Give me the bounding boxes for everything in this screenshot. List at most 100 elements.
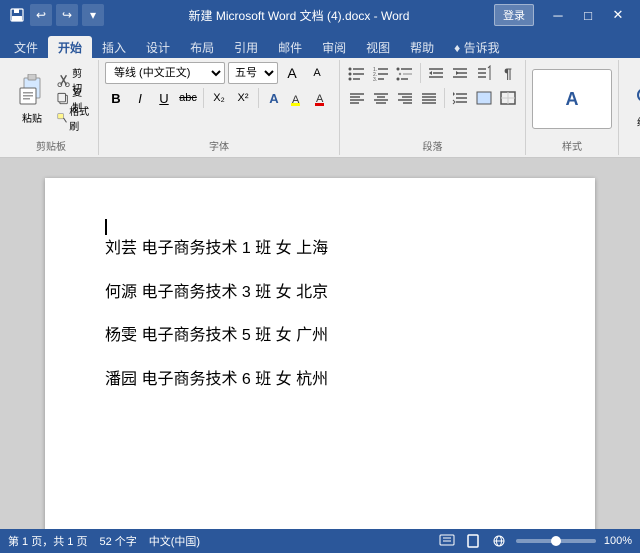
styles-gallery[interactable]: A [532,69,612,129]
tab-home[interactable]: 开始 [48,36,92,58]
multilevel-list-button[interactable] [394,62,416,84]
web-view-icon[interactable] [490,533,508,549]
document-area[interactable]: 刘芸 电子商务技术 1 班 女 上海何源 电子商务技术 3 班 女 北京杨雯 电… [0,158,640,529]
title-bar-right: 登录 ─ □ ✕ [494,4,632,26]
page-count[interactable]: 第 1 页，共 1 页 [8,533,87,549]
editing-content: 编辑 [625,62,640,151]
tab-references[interactable]: 引用 [224,36,268,58]
tab-mailings[interactable]: 邮件 [268,36,312,58]
tab-insert[interactable]: 插入 [92,36,136,58]
tab-review[interactable]: 审阅 [312,36,356,58]
font-group-label: 字体 [209,138,229,153]
maximize-button[interactable]: □ [574,4,602,26]
clipboard-small-btns: 剪切 复制 格式刷 [56,71,92,127]
document-content: 刘芸 电子商务技术 1 班 女 上海何源 电子商务技术 3 班 女 北京杨雯 电… [105,236,535,392]
sort-button[interactable] [473,62,495,84]
doc-line: 潘园 电子商务技术 6 班 女 杭州 [105,367,535,393]
para-row2 [346,87,519,109]
doc-line: 何源 电子商务技术 3 班 女 北京 [105,280,535,306]
font-divider [203,88,204,108]
format-painter-button[interactable]: 格式刷 [56,109,92,127]
redo-button[interactable]: ↪ [56,4,78,26]
format-painter-label: 格式刷 [69,103,91,133]
read-view-icon[interactable] [438,533,456,549]
para-row1: 1.2.3. ¶ [346,62,519,84]
title-bar: ↩ ↪ ▾ 新建 Microsoft Word 文档 (4).docx - Wo… [0,0,640,30]
doc-line: 刘芸 电子商务技术 1 班 女 上海 [105,236,535,262]
document-page[interactable]: 刘芸 电子商务技术 1 班 女 上海何源 电子商务技术 3 班 女 北京杨雯 电… [45,178,595,529]
customize-button[interactable]: ▾ [82,4,104,26]
paste-button[interactable]: 粘贴 [10,69,54,129]
status-bar: 第 1 页，共 1 页 52 个字 中文(中国) 100% [0,529,640,553]
clipboard-content: 粘贴 剪切 复制 格式刷 [10,62,92,136]
ribbon-tabs: 文件 开始 插入 设计 布局 引用 邮件 审阅 视图 帮助 ♦ 告诉我 [0,30,640,58]
superscript-button[interactable]: X² [232,87,254,109]
text-cursor [105,219,107,235]
font-row2: B I U abc X₂ X² A A A [105,87,333,109]
align-center-button[interactable] [370,87,392,109]
shading-button[interactable] [473,87,495,109]
font-grow-button[interactable]: A [281,62,303,84]
para-divider2 [444,88,445,108]
print-layout-icon[interactable] [464,533,482,549]
show-marks-button[interactable]: ¶ [497,62,519,84]
save-icon[interactable] [8,6,26,24]
styles-content: A [532,62,612,136]
font-content: 等线 (中文正文) 五号 A A B I U abc X₂ X² A A [105,62,333,136]
ribbon: 粘贴 剪切 复制 格式刷 剪贴板 [0,58,640,158]
zoom-slider[interactable] [516,539,596,543]
font-row1: 等线 (中文正文) 五号 A A [105,62,328,84]
subscript-button[interactable]: X₂ [208,87,230,109]
doc-line: 杨雯 电子商务技术 5 班 女 广州 [105,323,535,349]
tab-layout[interactable]: 布局 [180,36,224,58]
line-spacing-button[interactable] [449,87,471,109]
para-group-label: 段落 [423,138,443,153]
para-group: 1.2.3. ¶ [340,60,526,155]
undo-button[interactable]: ↩ [30,4,52,26]
font-shrink-button[interactable]: A [306,62,328,84]
text-effects-button[interactable]: A [263,87,285,109]
italic-button[interactable]: I [129,87,151,109]
bullets-button[interactable] [346,62,368,84]
title-bar-left: ↩ ↪ ▾ [8,4,104,26]
svg-text:3.: 3. [373,77,377,81]
zoom-level[interactable]: 100% [604,535,632,547]
clipboard-group: 粘贴 剪切 复制 格式刷 剪贴板 [4,60,99,155]
zoom-thumb [551,536,561,546]
align-left-button[interactable] [346,87,368,109]
font-size-select[interactable]: 五号 [228,62,278,84]
increase-indent-button[interactable] [449,62,471,84]
numbering-button[interactable]: 1.2.3. [370,62,392,84]
minimize-button[interactable]: ─ [544,4,572,26]
tab-file[interactable]: 文件 [4,36,48,58]
borders-button[interactable] [497,87,519,109]
tab-help[interactable]: 帮助 [400,36,444,58]
styles-group: A 样式 [526,60,619,155]
tab-design[interactable]: 设计 [136,36,180,58]
font-group: 等线 (中文正文) 五号 A A B I U abc X₂ X² A A [99,60,340,155]
align-right-button[interactable] [394,87,416,109]
strikethrough-button[interactable]: abc [177,87,199,109]
styles-group-label: 样式 [562,138,582,153]
font-name-select[interactable]: 等线 (中文正文) [105,62,225,84]
font-divider2 [258,88,259,108]
highlight-button[interactable]: A [287,87,309,109]
bold-button[interactable]: B [105,87,127,109]
para-content: 1.2.3. ¶ [346,62,519,136]
decrease-indent-button[interactable] [425,62,447,84]
para-divider1 [420,63,421,83]
close-button[interactable]: ✕ [604,4,632,26]
tab-view[interactable]: 视图 [356,36,400,58]
underline-button[interactable]: U [153,87,175,109]
editing-group: 编辑 [619,60,640,155]
paste-label: 粘贴 [22,110,42,125]
status-bar-right: 100% [438,533,632,549]
editing-button[interactable]: 编辑 [625,77,640,137]
title-text: 新建 Microsoft Word 文档 (4).docx - Word [104,7,494,24]
login-button[interactable]: 登录 [494,4,534,26]
justify-button[interactable] [418,87,440,109]
font-color-button[interactable]: A [311,87,333,109]
language[interactable]: 中文(中国) [149,533,200,549]
status-bar-left: 第 1 页，共 1 页 52 个字 中文(中国) [8,533,200,549]
tab-tellme[interactable]: ♦ 告诉我 [444,36,509,58]
